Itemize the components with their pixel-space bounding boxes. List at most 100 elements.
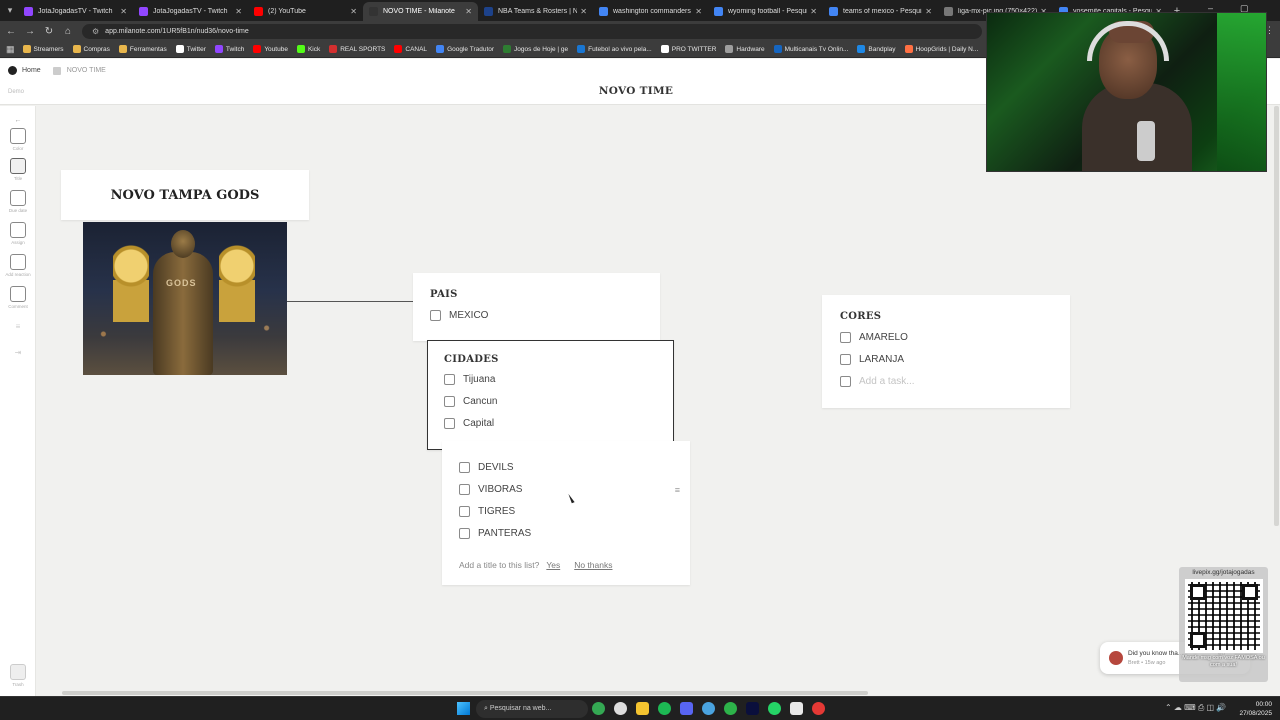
bookmark-item[interactable]: Multicanais Tv Onlin... (773, 45, 848, 53)
breadcrumb-home[interactable]: Home (22, 67, 41, 74)
bookmark-item[interactable]: REAL SPORTS (329, 45, 385, 53)
tab-close-icon[interactable]: ✕ (235, 7, 242, 16)
task-checkbox[interactable] (459, 483, 470, 495)
task-checkbox[interactable] (444, 417, 455, 429)
toolbar-due-date-button[interactable]: Due date (0, 190, 36, 213)
app-red-icon[interactable] (812, 702, 825, 715)
tab-close-icon[interactable]: ✕ (350, 7, 357, 16)
tab-close-icon[interactable]: ✕ (580, 7, 587, 16)
site-info-icon[interactable]: ⚙ (92, 24, 99, 39)
teams-list-card[interactable]: DEVILS VIBORAS TIGRES PANTERAS ≡ Add a titl… (442, 441, 690, 585)
horizontal-scrollbar[interactable] (62, 691, 868, 695)
statue-image[interactable]: GODS (83, 222, 287, 375)
browser-tab[interactable]: NOVO TIME - Milanote ✕ (363, 2, 478, 21)
folder-icon[interactable] (636, 702, 649, 715)
tab-close-icon[interactable]: ✕ (810, 7, 817, 16)
windows-start-icon[interactable] (457, 702, 470, 715)
tab-close-icon[interactable]: ✕ (120, 7, 127, 16)
task-label[interactable]: DEVILS (478, 462, 514, 473)
tab-search-icon[interactable]: ▾ (4, 4, 16, 16)
clock[interactable]: 00:00 27/08/2025 (1232, 700, 1272, 718)
task-item[interactable]: PANTERAS (459, 522, 690, 544)
bookmark-item[interactable]: Twitter (175, 45, 206, 53)
task-item[interactable]: Tijuana (444, 368, 673, 390)
taskbar-search-input[interactable]: ⌕ Pesquisar na web... (476, 700, 588, 718)
bookmark-item[interactable]: CANAL (394, 45, 427, 53)
whatsapp-icon[interactable] (768, 702, 781, 715)
apps-grid-icon[interactable]: ▦ (6, 44, 15, 55)
task-label[interactable]: TIGRES (478, 506, 515, 517)
toolbar-assign-button[interactable]: Assign (0, 222, 36, 245)
task-label[interactable]: Capital (463, 418, 494, 429)
align-icon[interactable]: ≡ (0, 316, 36, 334)
bookmark-item[interactable]: PRO TWITTER (660, 45, 716, 53)
milanote-logo-icon[interactable] (8, 66, 17, 75)
browser-tab[interactable]: teams of mexico - Pesquisa G✕ (823, 2, 938, 21)
toolbar-title-button[interactable]: Title (0, 158, 36, 181)
toolbar-collapse[interactable]: ← (0, 109, 36, 127)
task-label[interactable]: Tijuana (463, 374, 495, 385)
cidades-list-card[interactable]: CIDADES Tijuana Cancun Capital (427, 340, 674, 450)
notepad-icon[interactable] (790, 702, 803, 715)
app-icon[interactable] (702, 702, 715, 715)
browser-tab[interactable]: wyoming football - Pesquisa ✕ (708, 2, 823, 21)
bookmark-item[interactable]: Hardware (725, 45, 765, 53)
task-item[interactable]: TIGRES (459, 500, 690, 522)
pais-list-card[interactable]: PAIS MEXICO (413, 273, 660, 341)
back-icon[interactable]: ← (3, 26, 19, 37)
browser-tab[interactable]: JotaJogadasTV - Twitch ✕ (18, 2, 133, 21)
bookmark-item[interactable]: Ferramentas (118, 45, 167, 53)
trash-button[interactable]: Trash (0, 664, 36, 687)
spotify-icon[interactable] (658, 702, 671, 715)
breadcrumb-current[interactable]: NOVO TIME (67, 67, 106, 74)
forward-icon[interactable]: → (22, 26, 38, 37)
home-icon[interactable]: ⌂ (60, 26, 76, 37)
task-item[interactable]: Cancun (444, 390, 673, 412)
xbox-icon[interactable] (724, 702, 737, 715)
browser-tab[interactable]: NBA Teams & Rosters | NBA.c✕ (478, 2, 593, 21)
connector-line[interactable] (287, 301, 414, 302)
task-label[interactable]: MEXICO (449, 310, 488, 321)
drag-handle-icon[interactable]: ≡ (675, 485, 680, 495)
tab-close-icon[interactable]: ✕ (925, 7, 932, 16)
indent-icon[interactable]: ⇥ (0, 342, 36, 360)
browser-tab[interactable]: JotaJogadasTV - Twitch ✕ (133, 2, 248, 21)
bookmark-item[interactable]: Google Tradutor (436, 45, 494, 53)
url-input[interactable]: ⚙ app.milanote.com/1UR5fB1n/nud36/novo-t… (82, 23, 982, 39)
cidades-title[interactable]: CIDADES (444, 354, 673, 365)
pais-title[interactable]: PAIS (430, 289, 660, 300)
task-checkbox[interactable] (840, 331, 851, 343)
prompt-no-link[interactable]: No thanks (574, 560, 612, 570)
task-item[interactable]: VIBORAS (459, 478, 690, 500)
chrome-icon[interactable] (592, 702, 605, 715)
bookmark-item[interactable]: Twitch (214, 45, 244, 53)
toolbar-comment-button[interactable]: Comment (0, 286, 36, 309)
toolbar-color-button[interactable]: Color (0, 128, 36, 151)
bookmark-item[interactable]: Youtube (253, 45, 288, 53)
task-item[interactable]: DEVILS (459, 456, 690, 478)
task-label[interactable]: Cancun (463, 396, 497, 407)
bookmark-item[interactable]: Compras (72, 45, 110, 53)
title-note-card[interactable]: NOVO TAMPA GODS (61, 170, 309, 220)
task-checkbox[interactable] (444, 395, 455, 407)
cores-list-card[interactable]: CORES AMARELO LARANJA Add a task... (822, 295, 1070, 408)
task-item[interactable]: Capital (444, 412, 673, 434)
task-checkbox[interactable] (430, 309, 441, 321)
bookmark-item[interactable]: Futebol ao vivo pela... (577, 45, 652, 53)
task-checkbox[interactable] (840, 353, 851, 365)
bookmark-item[interactable]: Kick (296, 45, 320, 53)
task-checkbox[interactable] (459, 527, 470, 539)
task-label[interactable]: AMARELO (859, 332, 908, 343)
task-label[interactable]: VIBORAS (478, 484, 522, 495)
discord-icon[interactable] (680, 702, 693, 715)
vertical-scrollbar[interactable] (1274, 106, 1279, 526)
browser-tab[interactable]: washington commanders - Pe✕ (593, 2, 708, 21)
task-item[interactable]: AMARELO (840, 326, 1070, 348)
task-item[interactable]: MEXICO (430, 304, 660, 326)
bookmark-item[interactable]: Bandplay (857, 45, 896, 53)
prompt-yes-link[interactable]: Yes (546, 560, 560, 570)
task-checkbox[interactable] (459, 505, 470, 517)
toolbar-add-reaction-button[interactable]: Add reaction (0, 254, 36, 277)
browser-tab[interactable]: (2) YouTube ✕ (248, 2, 363, 21)
bookmark-item[interactable]: Streamers (22, 45, 64, 53)
